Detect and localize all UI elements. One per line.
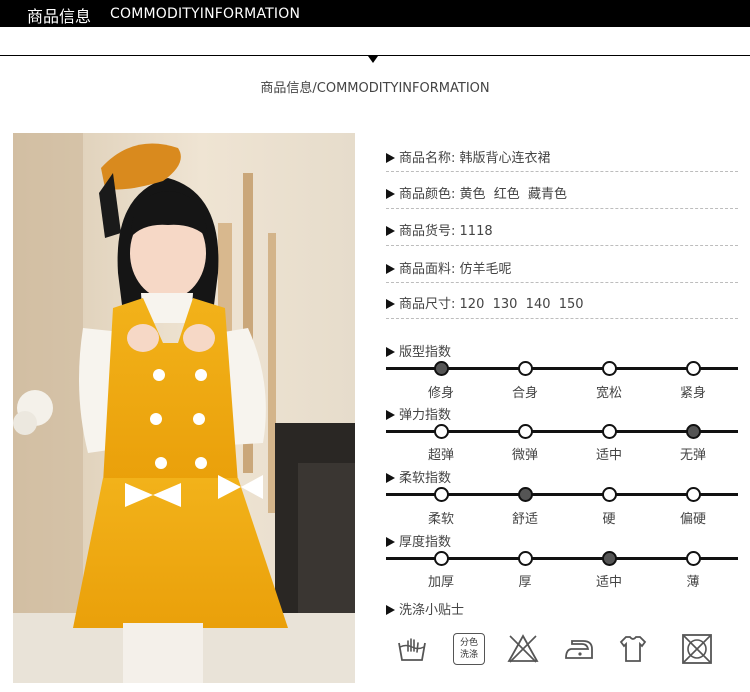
index-option-label: 修身 <box>427 386 454 401</box>
index-option-label: 微弹 <box>511 448 538 463</box>
index-option-label: 硬 <box>602 512 616 527</box>
index-dot-selected <box>433 361 449 376</box>
index-option-label: 宽松 <box>595 386 622 401</box>
index-option-label: 偏硬 <box>679 512 706 527</box>
separate-wash-text: 分色洗涤 <box>460 638 479 660</box>
info-row-color: 商品颜色: 黄色 红色 藏青色 <box>386 183 567 202</box>
bullet-arrow-icon <box>386 410 395 420</box>
info-separator <box>386 171 738 172</box>
index-dot <box>601 424 617 439</box>
info-value: 120 130 140 150 <box>459 297 584 312</box>
index-dot <box>433 487 449 502</box>
product-photo <box>13 133 355 683</box>
iron-icon <box>565 640 593 659</box>
info-value: 韩版背心连衣裙 <box>459 151 551 166</box>
index-dot <box>685 551 701 566</box>
index-dot <box>517 551 533 566</box>
index-option-label: 无弹 <box>679 448 706 463</box>
info-separator <box>386 282 738 283</box>
index-dot <box>685 487 701 502</box>
info-label: 商品名称: <box>399 151 456 166</box>
bullet-arrow-icon <box>386 264 395 274</box>
info-separator <box>386 318 738 319</box>
header-title-cn: 商品信息 <box>27 7 92 26</box>
bullet-arrow-icon <box>386 605 395 615</box>
index-dot <box>433 551 449 566</box>
info-label: 商品尺寸: <box>399 297 456 312</box>
info-row-size: 商品尺寸: 120 130 140 150 <box>386 293 584 312</box>
top-header-bar: 商品信息 COMMODITYINFORMATION <box>0 0 750 27</box>
info-label: 商品面料: <box>399 262 456 277</box>
info-value: 黄色 红色 藏青色 <box>459 187 568 202</box>
index-option-label: 厚 <box>518 575 532 590</box>
bullet-arrow-icon <box>386 189 395 199</box>
info-label: 商品颜色: <box>399 187 456 202</box>
index-title-label: 厚度指数 <box>399 535 452 550</box>
info-row-sku: 商品货号: 1118 <box>386 220 493 239</box>
no-tumble-dry-icon <box>682 634 712 664</box>
index-dot-selected <box>517 487 533 502</box>
index-option-label: 柔软 <box>427 512 454 527</box>
bullet-arrow-icon <box>386 537 395 547</box>
hand-wash-icon <box>398 638 426 661</box>
bullet-arrow-icon <box>386 299 395 309</box>
header-title-en: COMMODITYINFORMATION <box>110 6 301 22</box>
info-separator <box>386 208 738 209</box>
no-bleach-icon <box>507 634 539 663</box>
index-dot <box>433 424 449 439</box>
index-option-label: 紧身 <box>679 386 706 401</box>
info-label: 商品货号: <box>399 224 456 239</box>
index-option-label: 合身 <box>511 386 538 401</box>
bullet-arrow-icon <box>386 473 395 483</box>
info-row-fabric: 商品面料: 仿羊毛呢 <box>386 258 512 277</box>
info-value: 1118 <box>459 224 493 239</box>
bullet-arrow-icon <box>386 153 395 163</box>
index-title: 柔软指数 <box>386 467 451 486</box>
index-title: 版型指数 <box>386 341 451 360</box>
index-title-label: 版型指数 <box>399 345 452 360</box>
info-row-name: 商品名称: 韩版背心连衣裙 <box>386 147 551 166</box>
care-tips-title: 洗涤小贴士 <box>386 599 464 618</box>
index-dot-selected <box>685 424 701 439</box>
index-title: 弹力指数 <box>386 404 451 423</box>
index-option-label: 适中 <box>595 575 622 590</box>
bullet-arrow-icon <box>386 347 395 357</box>
care-tips-label: 洗涤小贴士 <box>399 603 465 618</box>
index-title-label: 弹力指数 <box>399 408 452 423</box>
index-option-label: 加厚 <box>427 575 454 590</box>
index-option-label: 舒适 <box>511 512 538 527</box>
index-dot <box>517 424 533 439</box>
index-option-label: 薄 <box>686 575 700 590</box>
index-title: 厚度指数 <box>386 531 451 550</box>
index-dot <box>601 361 617 376</box>
index-title-label: 柔软指数 <box>399 471 452 486</box>
hang-dry-icon <box>619 636 647 662</box>
index-dot <box>517 361 533 376</box>
bullet-arrow-icon <box>386 226 395 236</box>
index-dot <box>685 361 701 376</box>
index-dot <box>601 487 617 502</box>
index-option-label: 适中 <box>595 448 622 463</box>
divider-arrow-icon <box>368 56 378 63</box>
wash-colors-separately-icon: 分色洗涤 <box>453 633 485 665</box>
index-option-label: 超弹 <box>427 448 454 463</box>
index-dot-selected <box>601 551 617 566</box>
section-subtitle: 商品信息/COMMODITYINFORMATION <box>260 81 490 96</box>
info-value: 仿羊毛呢 <box>459 262 512 277</box>
info-separator <box>386 245 738 246</box>
